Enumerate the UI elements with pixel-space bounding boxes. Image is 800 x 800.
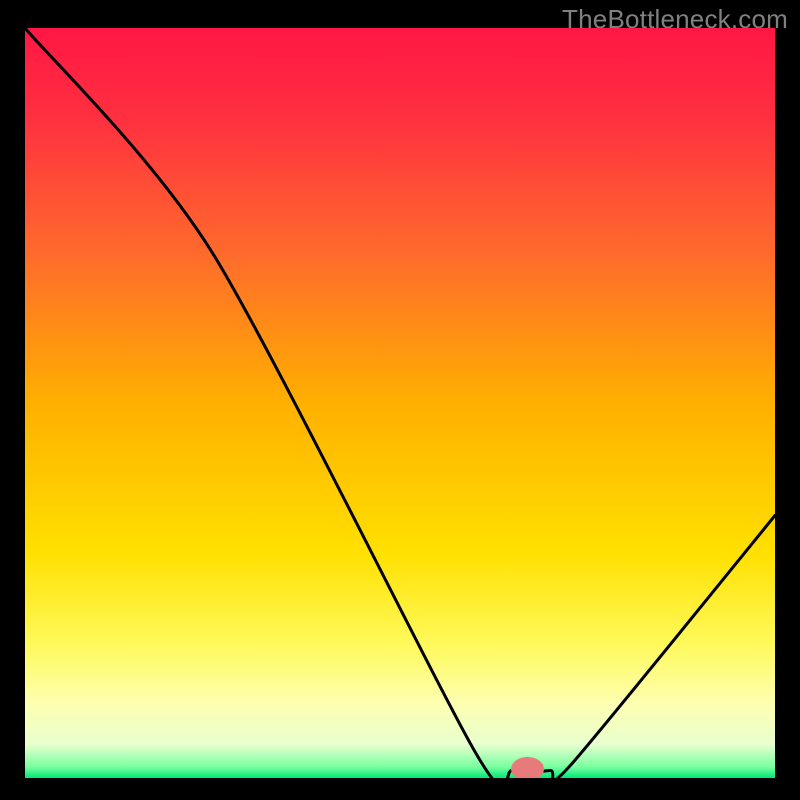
bottleneck-plot	[25, 28, 775, 778]
chart-frame: TheBottleneck.com	[0, 0, 800, 800]
plot-background	[25, 28, 775, 778]
